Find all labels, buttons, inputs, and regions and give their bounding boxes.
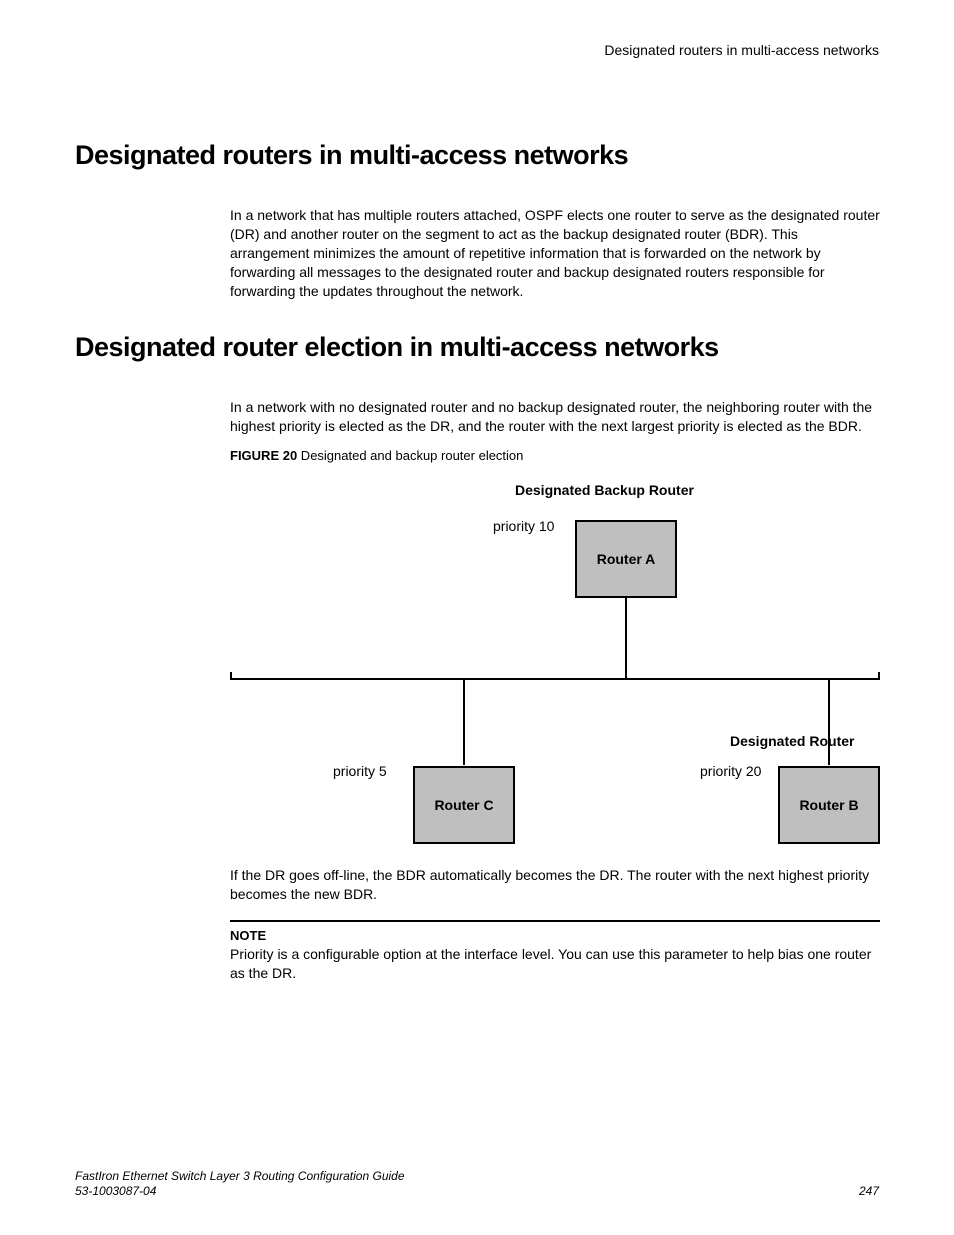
footer-doc-title: FastIron Ethernet Switch Layer 3 Routing… (75, 1169, 405, 1185)
page: Designated routers in multi-access netwo… (0, 0, 954, 1235)
segment-end-tick (230, 672, 232, 680)
note-block: NOTE Priority is a configurable option a… (230, 920, 880, 983)
router-a-box: Router A (575, 520, 677, 598)
section1-body: In a network that has multiple routers a… (230, 206, 880, 300)
connector-line (828, 680, 830, 765)
after-figure-paragraph: If the DR goes off-line, the BDR automat… (230, 866, 880, 904)
network-segment-line (230, 678, 880, 680)
running-header: Designated routers in multi-access netwo… (604, 42, 879, 58)
section2-title: Designated router election in multi-acce… (75, 332, 719, 363)
designated-router-label: Designated Router (730, 733, 854, 749)
figure-caption: FIGURE 20 Designated and backup router e… (230, 448, 523, 463)
footer-page-number: 247 (859, 1184, 879, 1200)
figure-label: FIGURE 20 (230, 448, 297, 463)
connector-line (463, 680, 465, 765)
note-text: Priority is a configurable option at the… (230, 945, 880, 983)
connector-line (625, 598, 627, 678)
page-footer: FastIron Ethernet Switch Layer 3 Routing… (75, 1169, 879, 1200)
router-b-priority-label: priority 20 (700, 763, 761, 779)
footer-doc-number: 53-1003087-04 (75, 1184, 405, 1200)
designated-backup-router-label: Designated Backup Router (515, 482, 694, 498)
router-c-priority-label: priority 5 (333, 763, 387, 779)
note-label: NOTE (230, 928, 880, 943)
figure-diagram: Designated Backup Router priority 10 Rou… (230, 478, 880, 848)
router-a-priority-label: priority 10 (493, 518, 554, 534)
router-c-box: Router C (413, 766, 515, 844)
segment-end-tick (878, 672, 880, 680)
footer-left: FastIron Ethernet Switch Layer 3 Routing… (75, 1169, 405, 1200)
section2-body: In a network with no designated router a… (230, 398, 880, 436)
section1-title: Designated routers in multi-access netwo… (75, 140, 628, 171)
figure-caption-text: Designated and backup router election (297, 448, 523, 463)
router-b-box: Router B (778, 766, 880, 844)
note-rule (230, 920, 880, 922)
